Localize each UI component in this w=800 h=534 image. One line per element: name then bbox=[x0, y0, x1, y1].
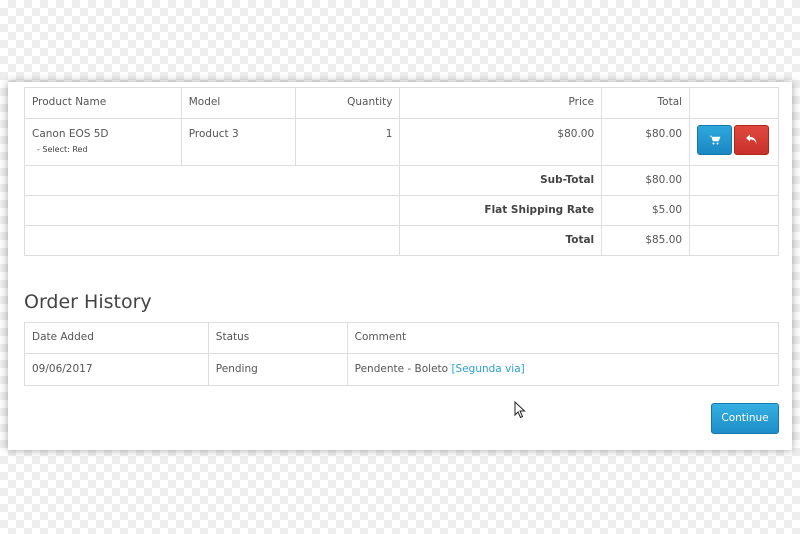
reply-icon bbox=[745, 134, 757, 145]
header-comment: Comment bbox=[346, 322, 780, 354]
header-price: Price bbox=[399, 87, 603, 119]
product-model: Product 3 bbox=[180, 118, 296, 166]
header-total: Total bbox=[601, 87, 691, 119]
totals-label: Flat Shipping Rate bbox=[399, 195, 603, 226]
header-quantity: Quantity bbox=[294, 87, 401, 119]
product-total: $80.00 bbox=[601, 118, 691, 166]
product-name: Canon EOS 5D bbox=[32, 128, 109, 140]
totals-row: Flat Shipping Rate $5.00 bbox=[23, 195, 779, 226]
order-products-table: Product Name Model Quantity Price Total … bbox=[23, 87, 779, 256]
product-price: $80.00 bbox=[399, 118, 603, 166]
history-comment: Pendente - Boleto [Segunda via] bbox=[346, 353, 780, 386]
totals-row: Total $85.00 bbox=[23, 225, 779, 256]
return-button[interactable] bbox=[734, 125, 770, 155]
reorder-button[interactable] bbox=[697, 125, 733, 155]
header-actions bbox=[689, 87, 779, 119]
totals-row: Sub-Total $80.00 bbox=[23, 165, 779, 196]
segunda-via-link[interactable]: [Segunda via] bbox=[451, 363, 524, 375]
totals-value: $85.00 bbox=[601, 225, 691, 256]
order-history-table: Date Added Status Comment 09/06/2017 Pen… bbox=[24, 322, 780, 386]
table-header-row: Date Added Status Comment bbox=[24, 322, 780, 354]
table-header-row: Product Name Model Quantity Price Total bbox=[24, 87, 779, 119]
totals-value: $5.00 bbox=[601, 195, 691, 226]
totals-label: Total bbox=[399, 225, 603, 256]
totals-label: Sub-Total bbox=[399, 165, 603, 196]
product-actions bbox=[689, 118, 779, 166]
product-option: - Select: Red bbox=[37, 145, 88, 154]
continue-button[interactable]: Continue bbox=[711, 403, 779, 434]
history-date: 09/06/2017 bbox=[24, 353, 209, 386]
product-cell: Canon EOS 5D - Select: Red bbox=[24, 118, 182, 166]
header-date-added: Date Added bbox=[24, 322, 209, 354]
order-info-panel: Product Name Model Quantity Price Total … bbox=[8, 82, 792, 450]
header-product-name: Product Name bbox=[24, 87, 182, 119]
header-status: Status bbox=[207, 322, 348, 354]
table-row: 09/06/2017 Pending Pendente - Boleto [Se… bbox=[24, 353, 780, 386]
history-comment-text: Pendente - Boleto bbox=[354, 363, 449, 375]
product-quantity: 1 bbox=[294, 118, 401, 166]
cart-icon bbox=[709, 135, 720, 145]
mouse-cursor-icon bbox=[514, 401, 526, 419]
totals-value: $80.00 bbox=[601, 165, 691, 196]
header-model: Model bbox=[180, 87, 296, 119]
table-row: Canon EOS 5D - Select: Red Product 3 1 $… bbox=[24, 118, 779, 166]
order-history-title: Order History bbox=[24, 291, 152, 313]
history-status: Pending bbox=[207, 353, 348, 386]
